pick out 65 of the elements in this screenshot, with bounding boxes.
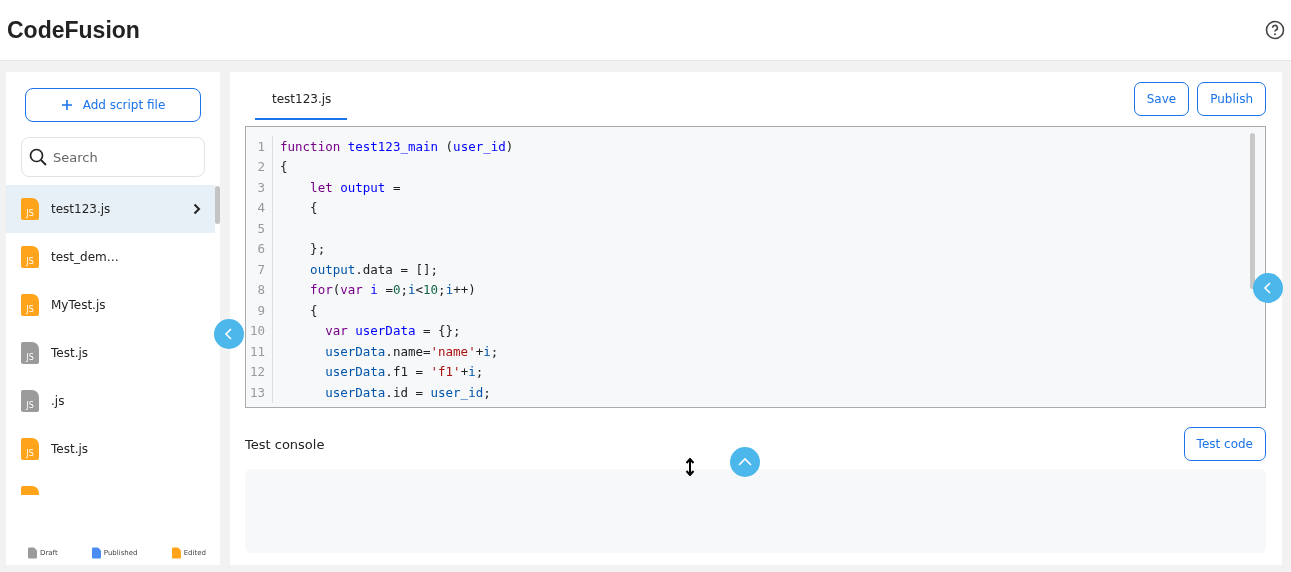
line-number: 3 — [246, 177, 273, 198]
chevron-up-icon — [738, 457, 752, 467]
line-number: 13 — [246, 382, 273, 403]
line-number: 8 — [246, 279, 273, 300]
file-item[interactable]: JS Test.js — [6, 329, 215, 377]
plus-icon — [60, 99, 73, 111]
line-number: 2 — [246, 156, 273, 177]
help-icon[interactable] — [1265, 20, 1285, 40]
file-icon: JS — [21, 390, 39, 412]
file-icon: JS — [21, 294, 39, 316]
code-line: { — [279, 159, 288, 175]
chevron-left-icon — [1263, 282, 1273, 294]
add-script-file-button[interactable]: Add script file — [25, 88, 201, 122]
code-line: var userData = {}; — [324, 323, 461, 339]
chevron-right-icon — [193, 203, 201, 215]
code-line: { — [309, 200, 318, 216]
file-icon: JS — [21, 198, 39, 220]
code-line: userData.f1 = 'f1'+i; — [324, 364, 484, 380]
file-icon: JS — [21, 438, 39, 460]
app-title: CodeFusion — [7, 16, 140, 44]
file-name: .js — [51, 394, 66, 408]
file-name: Test.js — [51, 346, 90, 360]
file-icon: JS — [21, 342, 39, 364]
test-code-button[interactable]: Test code — [1183, 427, 1266, 461]
action-button[interactable]: Publish — [1197, 82, 1266, 116]
collapse-panel-button[interactable] — [1253, 273, 1283, 303]
code-line: output.data = []; — [309, 261, 439, 277]
action-button[interactable]: Save — [1133, 82, 1190, 116]
console-title: Test console — [245, 436, 325, 452]
file-icon: JS — [21, 246, 39, 268]
line-number: 12 — [246, 361, 273, 382]
line-number: 11 — [246, 341, 273, 362]
line-number: 10 — [246, 320, 273, 341]
file-name: MyTest.js — [51, 298, 107, 312]
expand-console-button[interactable] — [730, 447, 760, 477]
code-line: let output = — [309, 179, 401, 195]
scrollbar-thumb[interactable] — [1250, 133, 1255, 289]
chevron-left-icon — [224, 328, 234, 340]
code-editor[interactable] — [245, 126, 1266, 408]
code-line: { — [309, 302, 318, 318]
file-name: test123.js — [51, 202, 112, 216]
scrollbar-thumb[interactable] — [215, 186, 220, 224]
file-item[interactable]: JS .js — [6, 377, 215, 425]
line-number: 4 — [246, 197, 273, 218]
search-field[interactable]: Search — [21, 137, 205, 177]
line-number: 9 — [246, 300, 273, 321]
file-item[interactable]: JS test123.js — [6, 185, 215, 233]
file-name: test_dem… — [51, 250, 120, 264]
code-line: userData.name='name'+i; — [324, 343, 499, 359]
line-number: 1 — [246, 136, 273, 157]
code-line: function test123_main (user_id) — [279, 138, 514, 154]
file-item[interactable]: JS test_dem… — [6, 233, 215, 281]
file-name: Test.js — [51, 442, 90, 456]
code-line: }; — [309, 241, 326, 257]
code-line: for(var i =0;i<10;i++) — [309, 282, 476, 298]
search-icon — [29, 148, 47, 166]
line-number: 7 — [246, 259, 273, 280]
line-number: 6 — [246, 238, 273, 259]
collapse-sidebar-button[interactable] — [214, 319, 244, 349]
file-item[interactable]: JS Test.js — [6, 425, 215, 473]
line-number: 5 — [246, 218, 273, 239]
resize-icon[interactable] — [685, 458, 695, 476]
code-line: userData.id = user_id; — [324, 384, 491, 400]
file-tab[interactable]: test123.js — [255, 84, 348, 120]
file-item[interactable]: JS MyTest.js — [6, 281, 215, 329]
